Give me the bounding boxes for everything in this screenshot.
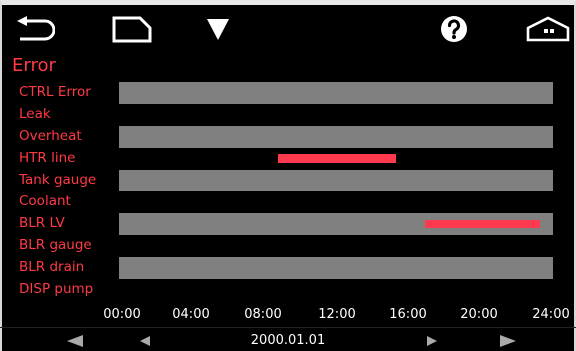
prev-day-button[interactable]: [66, 330, 84, 351]
help-icon: [441, 16, 467, 42]
next-small-arrow-icon: [427, 335, 437, 346]
page-button[interactable]: [108, 5, 156, 53]
row-band: [119, 257, 553, 280]
page-title: Error: [12, 55, 56, 76]
row-band: [119, 125, 553, 148]
next-day-button[interactable]: [499, 330, 517, 351]
row-label-blr-gauge: BLR gauge: [19, 237, 92, 254]
row-label-coolant: Coolant: [19, 193, 71, 210]
home-icon: [526, 16, 570, 42]
tick-label: 12:00: [318, 307, 356, 322]
row-label-tank-gauge: Tank gauge: [19, 171, 97, 188]
row-label-ctrl-error: CTRL Error: [19, 84, 91, 100]
time-axis: 00:00 04:00 08:00 12:00 16:00 20:00 24:0…: [0, 307, 576, 327]
tick-label: 20:00: [460, 307, 498, 322]
row-band: [119, 82, 553, 104]
back-button[interactable]: [10, 5, 60, 53]
tick-label: 16:00: [389, 307, 427, 322]
row-label-blr-drain: BLR drain: [19, 259, 85, 276]
back-icon: [17, 16, 55, 41]
row-labels: CTRL Error Leak Overheat HTR line Tank g…: [19, 82, 119, 301]
dropdown-triangle-icon: [207, 19, 229, 40]
divider: [0, 327, 576, 328]
error-event-bar[interactable]: [278, 154, 396, 163]
home-button[interactable]: [524, 5, 572, 53]
row-label-disp-pump: DISP pump: [19, 281, 94, 298]
tick-label: 00:00: [103, 307, 141, 322]
page-icon: [112, 16, 152, 43]
timeline-plot[interactable]: [119, 82, 553, 301]
row-label-blr-lv: BLR LV: [19, 215, 65, 232]
row-label-htr-line: HTR line: [19, 149, 76, 166]
next-hour-button[interactable]: [426, 330, 438, 351]
current-date: 2000.01.01: [250, 333, 326, 348]
error-event-bar[interactable]: [424, 219, 541, 229]
tick-label: 04:00: [172, 307, 210, 322]
toolbar: [0, 5, 576, 53]
tick-label: 24:00: [532, 307, 570, 322]
row-label-overheat: Overheat: [19, 127, 82, 144]
tick-label: 08:00: [244, 307, 282, 322]
row-label-leak: Leak: [19, 105, 51, 122]
next-large-arrow-icon: [500, 334, 516, 347]
help-button[interactable]: [437, 5, 471, 53]
dropdown-button[interactable]: [198, 5, 238, 53]
prev-small-arrow-icon: [140, 335, 150, 346]
prev-hour-button[interactable]: [139, 330, 151, 351]
row-band: [119, 169, 553, 192]
prev-large-arrow-icon: [67, 334, 83, 347]
